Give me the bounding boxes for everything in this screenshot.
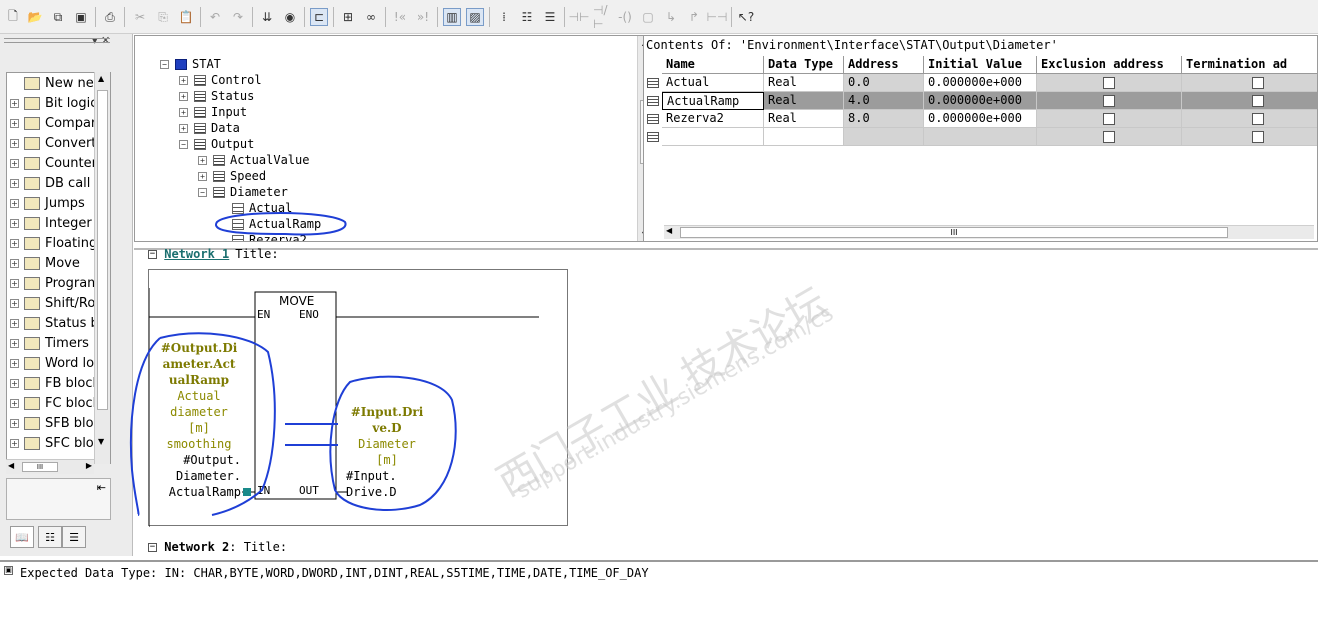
status-text: Expected Data Type: IN: CHAR,BYTE,WORD,D… <box>20 566 649 580</box>
annotation-overlay <box>129 212 457 516</box>
status-bar: ▣ Expected Data Type: IN: CHAR,BYTE,WORD… <box>0 560 1318 626</box>
status-icon: ▣ <box>4 566 13 575</box>
